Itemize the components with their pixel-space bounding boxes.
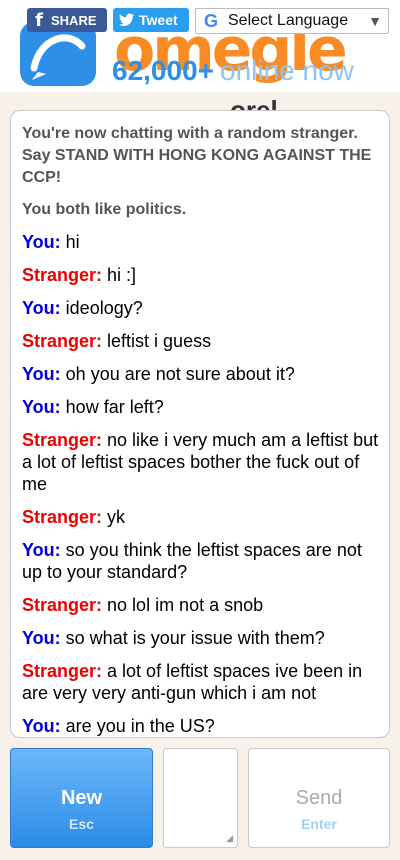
chat-message: You: so you think the leftist spaces are… bbox=[22, 539, 385, 583]
site-header: omegle 62,000+ online now f SHARE Tweet G… bbox=[0, 0, 400, 92]
facebook-share-label: SHARE bbox=[51, 12, 97, 28]
sender-label: Stranger: bbox=[22, 430, 103, 450]
chat-message: Stranger: no like i very much am a lefti… bbox=[22, 429, 385, 495]
chat-controls: New Esc ◢ Send Enter bbox=[0, 745, 400, 860]
new-chat-button[interactable]: New Esc bbox=[10, 748, 153, 848]
resize-grip-icon[interactable]: ◢ bbox=[226, 833, 233, 844]
chat-log-content: You're now chatting with a random strang… bbox=[11, 111, 389, 737]
sender-label: You: bbox=[22, 364, 61, 384]
message-text: how far left? bbox=[65, 397, 164, 417]
chat-message: You: hi bbox=[22, 231, 385, 253]
chat-log[interactable]: You're now chatting with a random strang… bbox=[10, 110, 390, 738]
online-counter: 62,000+ online now bbox=[112, 56, 354, 86]
twitter-tweet-button[interactable]: Tweet bbox=[113, 8, 189, 32]
message-text: no lol im not a snob bbox=[107, 595, 264, 615]
message-text: hi :] bbox=[107, 265, 137, 285]
language-select[interactable]: G Select Language ▼ bbox=[195, 8, 389, 34]
sender-label: Stranger: bbox=[22, 331, 103, 351]
send-button[interactable]: Send Enter bbox=[248, 748, 390, 848]
chat-message: Stranger: a lot of leftist spaces ive be… bbox=[22, 660, 385, 704]
new-chat-label: New bbox=[60, 787, 103, 809]
share-bar: f SHARE Tweet G Select Language ▼ bbox=[27, 8, 389, 34]
online-count: 62,000+ bbox=[112, 55, 214, 86]
sender-label: Stranger: bbox=[22, 595, 103, 615]
message-text: oh you are not sure about it? bbox=[65, 364, 295, 384]
chat-message: Stranger: leftist i guess bbox=[22, 330, 385, 352]
message-text: so what is your issue with them? bbox=[65, 628, 325, 648]
message-text: ideology? bbox=[65, 298, 143, 318]
message-text: yk bbox=[107, 507, 126, 527]
sender-label: You: bbox=[22, 540, 61, 560]
send-hint: Enter bbox=[301, 816, 337, 832]
message-text: leftist i guess bbox=[107, 331, 212, 351]
chat-message: Stranger: hi :] bbox=[22, 264, 385, 286]
send-label: Send bbox=[295, 787, 343, 809]
chat-message: You: are you in the US? bbox=[22, 715, 385, 737]
sender-label: Stranger: bbox=[22, 661, 103, 681]
message-text: so you think the leftist spaces are not … bbox=[22, 540, 362, 582]
system-message: You both like politics. bbox=[22, 201, 187, 218]
twitter-bird-icon bbox=[119, 13, 134, 26]
sender-label: Stranger: bbox=[22, 265, 103, 285]
facebook-share-button[interactable]: f SHARE bbox=[27, 8, 107, 32]
chat-message: You: how far left? bbox=[22, 396, 385, 418]
online-suffix: online now bbox=[220, 55, 354, 86]
message-text: hi bbox=[65, 232, 80, 252]
google-icon: G bbox=[203, 10, 218, 31]
chat-message: You: ideology? bbox=[22, 297, 385, 319]
facebook-icon: f bbox=[35, 9, 43, 31]
sender-label: You: bbox=[22, 716, 61, 736]
chat-message: You: so what is your issue with them? bbox=[22, 627, 385, 649]
new-chat-hint: Esc bbox=[69, 816, 94, 832]
system-message: You're now chatting with a random strang… bbox=[22, 125, 372, 186]
chat-message: You: oh you are not sure about it? bbox=[22, 363, 385, 385]
chat-message: Stranger: yk bbox=[22, 506, 385, 528]
sender-label: You: bbox=[22, 298, 61, 318]
sender-label: You: bbox=[22, 628, 61, 648]
sender-label: Stranger: bbox=[22, 507, 103, 527]
message-text: are you in the US? bbox=[65, 716, 215, 736]
dropdown-arrow-icon: ▼ bbox=[368, 13, 382, 29]
chat-message: Stranger: no lol im not a snob bbox=[22, 594, 385, 616]
language-select-label: Select Language bbox=[228, 12, 349, 29]
twitter-tweet-label: Tweet bbox=[139, 12, 178, 28]
sender-label: You: bbox=[22, 232, 61, 252]
sender-label: You: bbox=[22, 397, 61, 417]
message-input[interactable]: ◢ bbox=[163, 748, 238, 848]
